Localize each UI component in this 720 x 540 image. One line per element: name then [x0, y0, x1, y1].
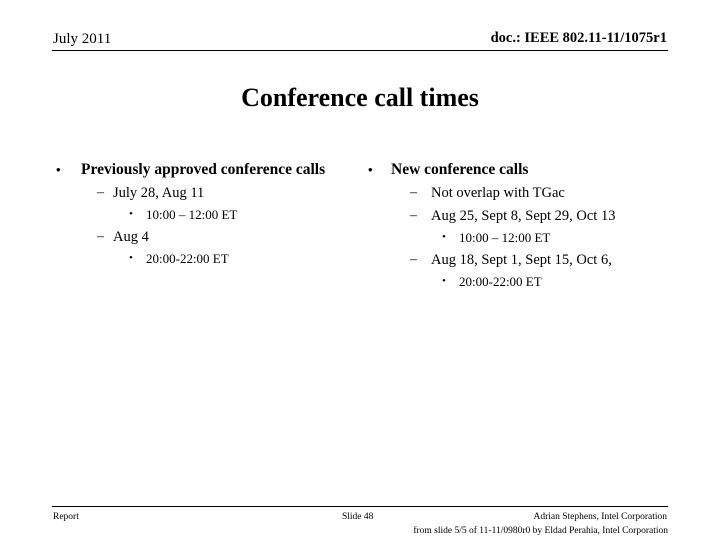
header-date: July 2011	[53, 31, 112, 47]
right-item-1-dates: – Aug 25, Sept 8, Sept 29, Oct 13	[410, 207, 668, 225]
bullet-icon: •	[368, 162, 373, 177]
left-item-2-dates: – Aug 4	[97, 228, 356, 246]
dash-icon: –	[410, 252, 417, 267]
left-heading-label: Previously approved conference calls	[81, 161, 326, 178]
dash-icon: –	[97, 185, 104, 200]
bullet-icon: •	[56, 162, 61, 177]
left-item-1-time-label: 10:00 – 12:00 ET	[146, 207, 238, 222]
bullet-icon: •	[129, 252, 133, 264]
footer-divider	[52, 506, 668, 507]
right-content-column: • New conference calls – Not overlap wit…	[368, 160, 668, 290]
right-constraint-item: – Not overlap with TGac	[410, 184, 668, 202]
header-document-reference: doc.: IEEE 802.11-11/1075r1	[490, 30, 667, 46]
right-item-1-time-label: 10:00 – 12:00 ET	[459, 230, 551, 245]
slide-canvas: July 2011 doc.: IEEE 802.11-11/1075r1 Co…	[0, 0, 720, 540]
dash-icon: –	[410, 208, 417, 223]
right-item-2-time: • 20:00-22:00 ET	[442, 273, 668, 290]
bullet-icon: •	[442, 231, 446, 243]
left-item-1-time: • 10:00 – 12:00 ET	[129, 206, 356, 223]
right-item-1-time: • 10:00 – 12:00 ET	[442, 229, 668, 246]
left-heading-item: • Previously approved conference calls	[56, 160, 356, 179]
right-item-2-dates: – Aug 18, Sept 1, Sept 15, Oct 6,	[410, 251, 668, 269]
left-item-2-time: • 20:00-22:00 ET	[129, 250, 356, 267]
footer-document-type: Report	[53, 512, 79, 522]
dash-icon: –	[97, 229, 104, 244]
right-item-2-time-label: 20:00-22:00 ET	[459, 274, 542, 289]
footer-author: Adrian Stephens, Intel Corporation	[533, 512, 667, 522]
right-heading-item: • New conference calls	[368, 160, 668, 179]
dash-icon: –	[410, 185, 417, 200]
footer-slide-number: Slide 48	[342, 512, 374, 522]
header-divider	[52, 50, 668, 51]
right-constraint-label: Not overlap with TGac	[431, 185, 565, 201]
bullet-icon: •	[129, 208, 133, 220]
right-item-1-dates-label: Aug 25, Sept 8, Sept 29, Oct 13	[431, 208, 616, 224]
right-heading-label: New conference calls	[391, 161, 529, 178]
left-item-2-dates-label: Aug 4	[113, 229, 149, 245]
page-title: Conference call times	[241, 83, 479, 112]
bullet-icon: •	[442, 275, 446, 287]
left-item-1-dates-label: July 28, Aug 11	[113, 185, 205, 201]
left-item-1-dates: – July 28, Aug 11	[97, 184, 356, 202]
left-item-2-time-label: 20:00-22:00 ET	[146, 251, 229, 266]
right-item-2-dates-label: Aug 18, Sept 1, Sept 15, Oct 6,	[431, 252, 612, 268]
left-content-column: • Previously approved conference calls –…	[56, 160, 356, 267]
footer-source-attribution: from slide 5/5 of 11-11/0980r0 by Eldad …	[413, 526, 668, 536]
